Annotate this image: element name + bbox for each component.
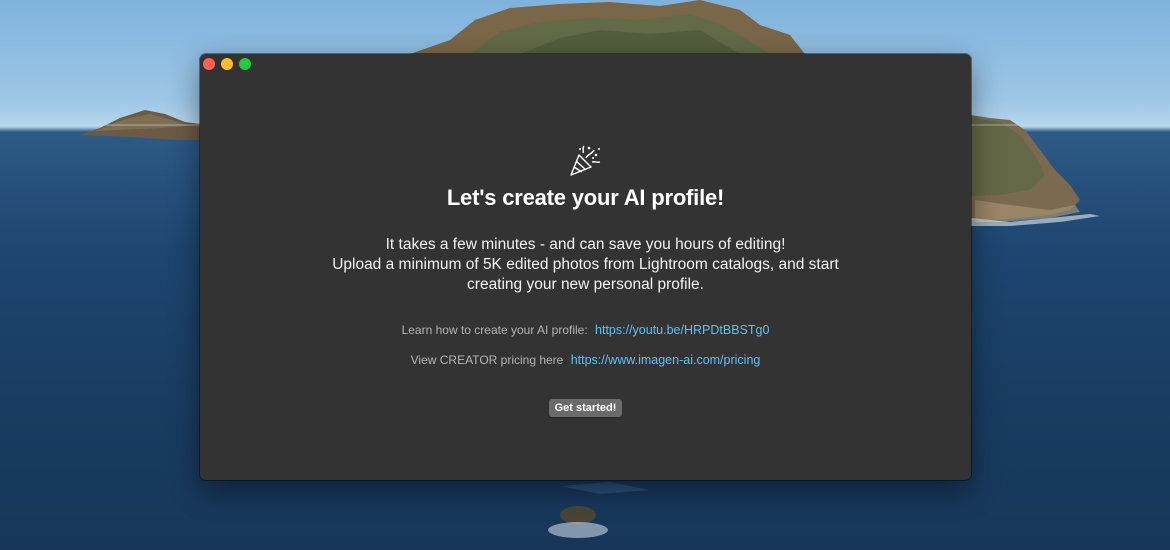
page-title: Let's create your AI profile!	[446, 185, 725, 210]
description-line: creating your new personal profile.	[467, 276, 704, 293]
pricing-label: View CREATOR pricing here	[410, 353, 564, 367]
description-line: Upload a minimum of 5K edited photos fro…	[332, 256, 839, 273]
get-started-button[interactable]: Get started!	[549, 399, 622, 417]
youtube-tutorial-link[interactable]: https://youtu.be/HRPDtBBSTg0	[595, 323, 769, 337]
description-line: It takes a few minutes - and can save yo…	[385, 236, 786, 253]
pricing-row: View CREATOR pricing here https://www.im…	[200, 353, 971, 367]
onboarding-panel: Let's create your AI profile! It takes a…	[200, 54, 971, 480]
learn-label: Learn how to create your AI profile:	[401, 323, 588, 337]
app-window: Let's create your AI profile! It takes a…	[200, 54, 971, 480]
pricing-link[interactable]: https://www.imagen-ai.com/pricing	[571, 353, 761, 367]
description: It takes a few minutes - and can save yo…	[200, 235, 971, 295]
party-popper-icon	[570, 145, 601, 176]
learn-row: Learn how to create your AI profile: htt…	[200, 323, 971, 337]
